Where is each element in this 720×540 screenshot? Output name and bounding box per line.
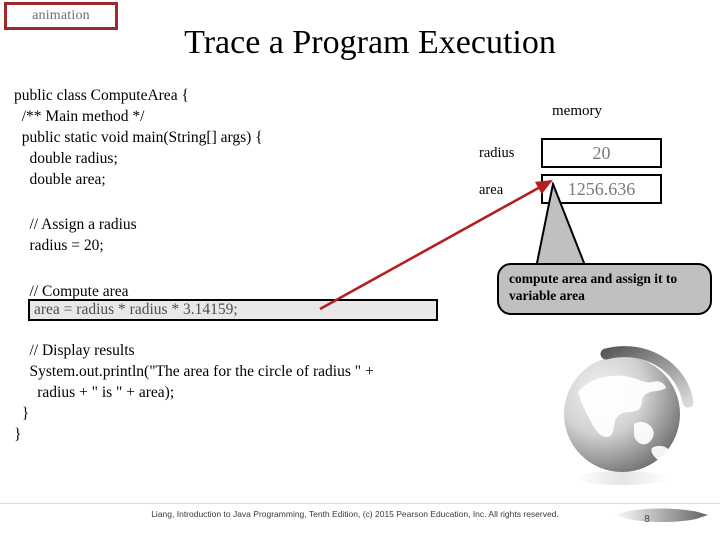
code-block-assign-radius: // Assign a radius radius = 20; [29,216,137,254]
footer-credit: Liang, Introduction to Java Programming,… [151,509,559,519]
memory-label-radius: radius [479,145,515,161]
globe-watermark-icon [564,346,694,485]
memory-title: memory [552,103,602,119]
footer-divider [0,503,720,504]
callout-text: compute area and assign it to variable a… [509,271,678,303]
animation-badge: animation [4,2,118,30]
highlighted-code-line: area = radius * radius * 3.14159; [28,299,438,321]
code-block-declarations: public class ComputeArea { /** Main meth… [14,87,263,188]
memory-label-area: area [479,182,504,198]
code-block-display-results: // Display results System.out.println("T… [14,342,374,443]
callout-box: compute area and assign it to variable a… [497,263,712,315]
slide-canvas: animation Trace a Program Execution publ… [0,0,720,540]
page-number: 8 [644,514,650,525]
page-title: Trace a Program Execution [184,24,556,61]
footer-swoosh-graphic [614,508,708,523]
memory-cell-radius: 20 [541,138,662,168]
animation-badge-label: animation [32,8,90,23]
